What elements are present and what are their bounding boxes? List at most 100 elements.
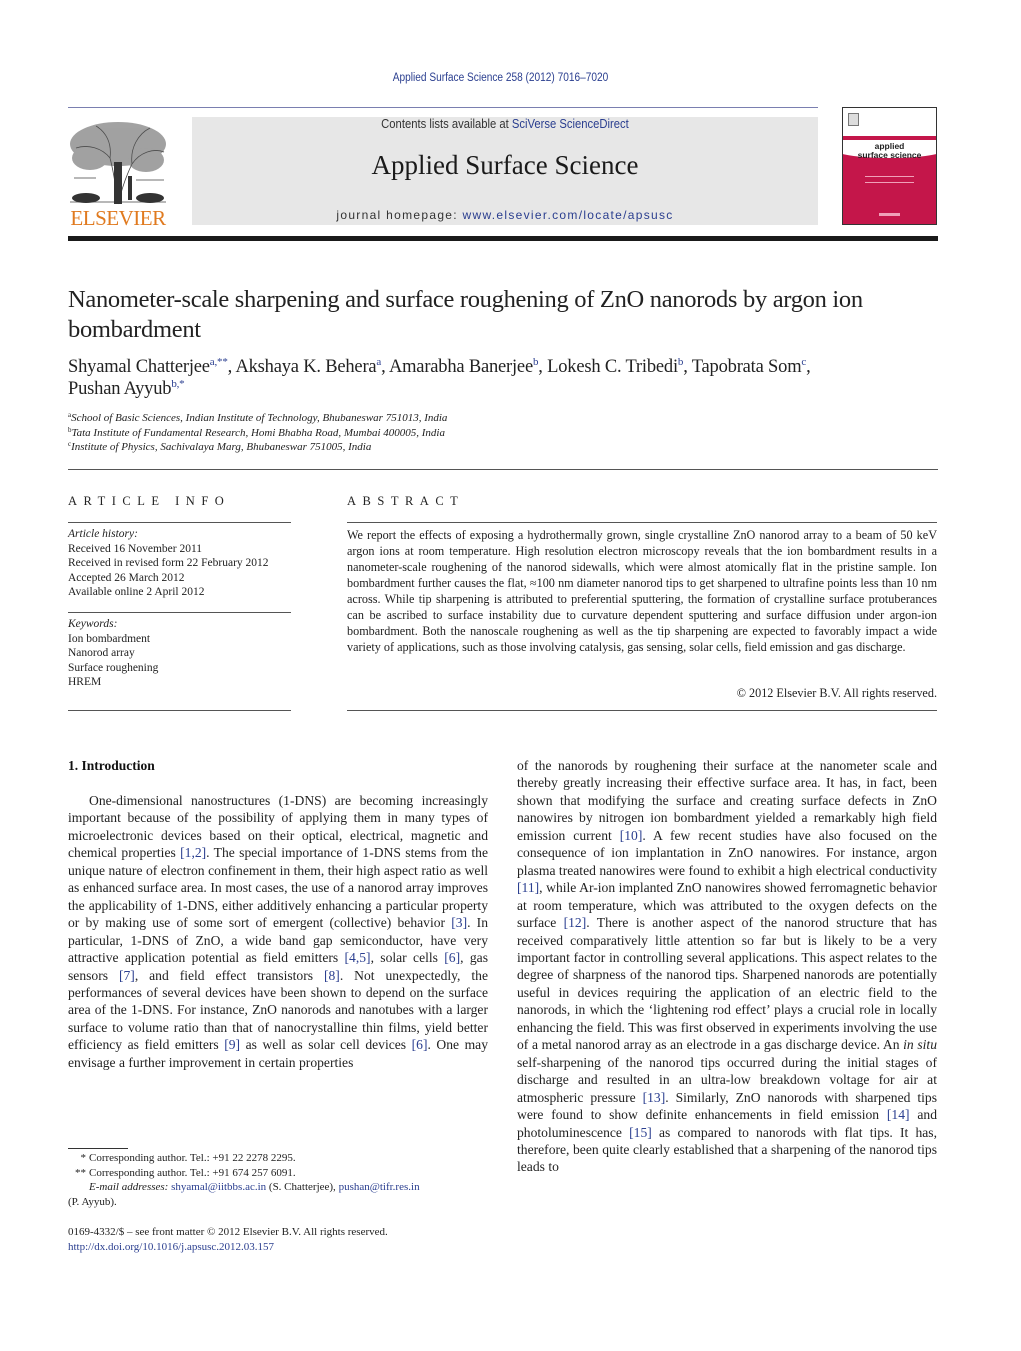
article-title: Nanometer-scale sharpening and surface r…: [68, 286, 863, 343]
author-name: Akshaya K. Behera: [235, 357, 377, 377]
footnote-text: Corresponding author. Tel.: +91 674 257 …: [89, 1166, 296, 1179]
email-link-chatterjee[interactable]: shyamal@iitbbs.ac.in: [171, 1181, 266, 1193]
citation-link[interactable]: [1,2]: [180, 845, 206, 860]
footnote-item: * Corresponding author. Tel.: +91 22 2278…: [68, 1151, 498, 1166]
journal-citation-link[interactable]: Applied Surface Science 258 (2012) 7016–…: [60, 72, 941, 84]
body-text: , solar cells: [370, 950, 445, 966]
abstract-rule-bottom: [347, 710, 937, 711]
footnote-mark: *: [80, 1152, 87, 1164]
cover-subtitle-lines: [865, 176, 914, 183]
front-matter: 0169-4332/$ – see front matter © 2012 El…: [68, 1225, 498, 1255]
keyword-items: Ion bombardment Nanorod array Surface roug…: [68, 632, 298, 690]
author-name: Lokesh C. Tribedi: [547, 357, 678, 377]
body-column-left: One-dimensional nanostructures (1-DNS) a…: [68, 792, 488, 1071]
abstract-rule-top: [347, 522, 937, 523]
keyword-item: Nanorod array: [68, 647, 135, 659]
citation-link[interactable]: [13]: [643, 1090, 666, 1105]
affiliation: cInstitute of Physics, Sachivalaya Marg,…: [68, 440, 948, 455]
journal-name: Applied Surface Science: [371, 150, 639, 180]
header-rule: [68, 107, 818, 108]
cover-elsevier-icon: [848, 113, 859, 126]
author-affiliation-mark[interactable]: b: [533, 356, 539, 368]
author-name: Shyamal Chatterjee: [68, 357, 210, 377]
keyword-item: Surface roughening: [68, 661, 159, 674]
history-item: Received 16 November 2011: [68, 542, 203, 555]
citation-link[interactable]: [8]: [324, 968, 340, 983]
keywords-label: Keywords:: [68, 618, 118, 630]
affiliation-text: School of Basic Sciences, Indian Institu…: [71, 412, 448, 424]
body-column-right: of the nanorods by roughening their surf…: [517, 757, 937, 1176]
contents-available-line: Contents lists available at SciVerse Sci…: [223, 117, 786, 131]
history-item: Accepted 26 March 2012: [68, 571, 185, 584]
footnote-item: ** Corresponding author. Tel.: +91 674 25…: [68, 1166, 498, 1181]
abstract-copyright: © 2012 Elsevier B.V. All rights reserved…: [736, 686, 937, 700]
footnote-items: * Corresponding author. Tel.: +91 22 2278…: [68, 1151, 498, 1180]
cover-title: applied surface science: [843, 142, 936, 160]
keyword-item: HREM: [68, 676, 102, 688]
affiliation: aSchool of Basic Sciences, Indian Instit…: [68, 411, 948, 426]
italic-term: in situ: [903, 1037, 937, 1053]
section-heading-introduction: 1. Introduction: [68, 758, 155, 773]
footnotes: * Corresponding author. Tel.: +91 22 2278…: [68, 1151, 498, 1209]
abstract-text: We report the effects of exposing a hydr…: [347, 528, 937, 654]
author-affiliation-mark[interactable]: c: [801, 356, 806, 368]
citation-link[interactable]: [6]: [444, 950, 460, 965]
homepage-prefix: journal homepage:: [336, 208, 463, 222]
citation-link[interactable]: [11]: [517, 880, 539, 895]
author-affiliation-mark[interactable]: b,*: [171, 378, 184, 390]
author-affiliation-mark[interactable]: a,**: [210, 356, 228, 368]
article-history-items: Received 16 November 2011 Received in rev…: [68, 542, 298, 600]
citation-link[interactable]: [12]: [564, 915, 587, 930]
citation-link[interactable]: [6]: [412, 1037, 428, 1052]
body-text: as well as solar cell devices: [240, 1037, 412, 1053]
citation-link[interactable]: [15]: [629, 1125, 652, 1140]
affiliation-rule: [68, 469, 938, 470]
footnote-rule: [68, 1148, 128, 1149]
footnote-text: Corresponding author. Tel.: +91 22 2278 …: [89, 1152, 296, 1164]
elsevier-wordmark: ELSEVIER: [70, 206, 166, 230]
author-name: Amarabha Banerjee: [388, 357, 533, 377]
affiliation-text: Institute of Physics, Sachivalaya Marg, …: [71, 441, 372, 453]
author-list: Shyamal Chatterjeea,**, Akshaya K. Beher…: [68, 356, 811, 400]
journal-homepage-link[interactable]: www.elsevier.com/locate/apsusc: [463, 208, 674, 222]
footnote-mark: **: [75, 1166, 86, 1179]
keywords: Keywords: Ion bombardment Nanorod array Su…: [68, 617, 298, 690]
article-history-label: Article history:: [68, 528, 138, 540]
abstract-heading: ABSTRACT: [347, 494, 465, 508]
citation-link[interactable]: [14]: [887, 1107, 910, 1122]
article-info-rule-bottom: [68, 710, 291, 711]
author-affiliation-mark[interactable]: b: [678, 356, 684, 368]
journal-homepage-line: journal homepage: www.elsevier.com/locat…: [192, 208, 818, 222]
keyword-item: Ion bombardment: [68, 632, 151, 645]
citation-link[interactable]: [7]: [119, 968, 135, 983]
front-matter-text: 0169-4332/$ – see front matter © 2012 El…: [68, 1226, 388, 1238]
history-item: Available online 2 April 2012: [68, 586, 205, 598]
article-info-rule-middle: [68, 612, 291, 613]
body-text: . There is another aspect of the nanorod…: [517, 915, 938, 1053]
author-name: Pushan Ayyub: [68, 379, 172, 399]
header-thick-rule: [68, 236, 938, 241]
citation-link[interactable]: [10]: [620, 828, 643, 843]
journal-cover-image: applied surface science: [842, 107, 937, 225]
affiliation: bTata Institute of Fundamental Research,…: [68, 426, 948, 441]
email-footnote: E-mail addresses: shyamal@iitbbs.ac.in (…: [68, 1180, 498, 1195]
body-text: , and field effect transistors: [134, 967, 324, 983]
cover-title-line2: surface science: [857, 150, 922, 160]
affiliation-list: aSchool of Basic Sciences, Indian Instit…: [68, 411, 948, 455]
email-link-ayyub[interactable]: pushan@tifr.res.in: [339, 1181, 420, 1193]
author-name: Tapobrata Som: [691, 357, 802, 377]
affiliation-text: Tata Institute of Fundamental Research, …: [71, 426, 445, 439]
sciencedirect-link[interactable]: SciVerse ScienceDirect: [512, 117, 629, 131]
email-label: E-mail addresses:: [89, 1181, 169, 1193]
citation-link[interactable]: [9]: [224, 1037, 240, 1052]
article-info-rule-top: [68, 522, 291, 523]
citation-link[interactable]: [4,5]: [345, 950, 371, 965]
doi-link[interactable]: http://dx.doi.org/10.1016/j.apsusc.2012.…: [68, 1240, 498, 1255]
citation-link[interactable]: [3]: [451, 915, 467, 930]
email-owner-ayyub: (P. Ayyub).: [68, 1195, 117, 1208]
email-owner-chatterjee: (S. Chatterjee),: [266, 1181, 339, 1193]
article-info-heading: ARTICLE INFO: [68, 494, 231, 508]
cover-footer-mark: [879, 213, 900, 216]
history-item: Received in revised form 22 February 201…: [68, 557, 269, 569]
author-affiliation-mark[interactable]: a: [376, 356, 381, 368]
